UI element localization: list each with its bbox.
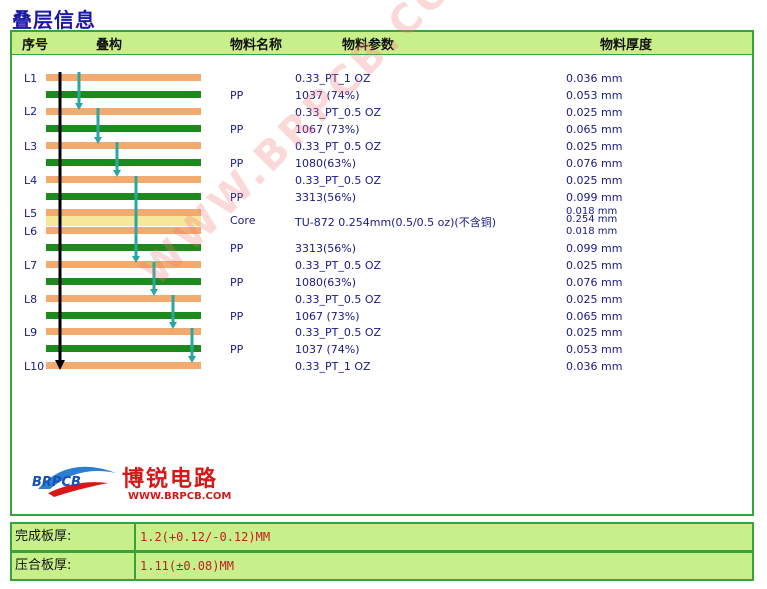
thickness-cell: 0.018 mm xyxy=(566,226,618,237)
logo-cn: 博锐电路 xyxy=(122,466,219,492)
material-param-cell: 0.33_PT_0.5 OZ xyxy=(295,293,382,306)
thickness-cell: 0.254 mm xyxy=(566,214,618,225)
material-param-cell: 3313(56%) xyxy=(295,242,357,255)
material-param-cell: 1067 (73%) xyxy=(295,310,360,323)
thickness-cell: 0.025 mm xyxy=(566,293,623,306)
thickness-cell: 0.076 mm xyxy=(566,276,623,289)
thickness-cell: 0.065 mm xyxy=(566,123,623,136)
material-param-cell: 0.33_PT_1 OZ xyxy=(295,360,371,373)
finished-thickness-row: 完成板厚: 1.2(+0.12/-0.12)MM xyxy=(10,522,754,552)
thickness-cell: 0.025 mm xyxy=(566,106,623,119)
thickness-cell: 0.036 mm xyxy=(566,360,623,373)
header-seq: 序号 xyxy=(22,38,49,53)
pressed-thickness-label: 压合板厚: xyxy=(12,553,136,579)
thickness-cell: 0.053 mm xyxy=(566,89,623,102)
material-param-cell: 0.33_PT_0.5 OZ xyxy=(295,326,382,339)
company-logo: BRPCB 博锐电路 WWW.BRPCB.COM xyxy=(28,457,232,507)
finished-thickness-value: 1.2(+0.12/-0.12)MM xyxy=(140,530,271,544)
material-name-cell: PP xyxy=(230,123,244,136)
thickness-cell: 0.025 mm xyxy=(566,174,623,187)
pressed-thickness-value: 1.11(±0.08)MM xyxy=(140,559,234,573)
header-stack: 叠构 xyxy=(96,38,123,53)
header-material-name: 物料名称 xyxy=(230,38,283,53)
thickness-cell: 0.025 mm xyxy=(566,259,623,272)
arrow-head-icon xyxy=(150,289,158,296)
arrow-head-icon xyxy=(55,360,65,370)
thickness-cell: 0.099 mm xyxy=(566,191,623,204)
thickness-cell: 0.065 mm xyxy=(566,310,623,323)
arrow-head-icon xyxy=(94,137,102,144)
logo-url: WWW.BRPCB.COM xyxy=(128,491,232,502)
thickness-cell: 0.025 mm xyxy=(566,140,623,153)
thickness-cell: 0.053 mm xyxy=(566,343,623,356)
thickness-cell: 0.099 mm xyxy=(566,242,623,255)
thickness-cell: 0.025 mm xyxy=(566,326,623,339)
thickness-cell: 0.036 mm xyxy=(566,72,623,85)
material-param-cell: 0.33_PT_0.5 OZ xyxy=(295,259,382,272)
arrow-head-icon xyxy=(113,170,121,177)
material-param-cell: 1080(63%) xyxy=(295,157,357,170)
finished-thickness-label: 完成板厚: xyxy=(12,524,136,550)
material-name-cell: PP xyxy=(230,242,244,255)
material-param-cell: TU-872 0.254mm(0.5/0.5 oz)(不含铜) xyxy=(295,216,497,229)
stackup-panel: 序号 叠构 物料名称 物料参数 物料厚度 L1 L2 L3 L4 L5 L6 L7 L8 L9 L… xyxy=(10,0,754,516)
material-name-cell: PP xyxy=(230,276,244,289)
material-name-cell: PP xyxy=(230,89,244,102)
header-thickness: 物料厚度 xyxy=(600,38,653,53)
arrow-head-icon xyxy=(188,356,196,363)
material-name-cell: PP xyxy=(230,310,244,323)
logo-en: BRPCB xyxy=(32,475,81,490)
material-param-cell: 1037 (74%) xyxy=(295,343,360,356)
material-param-cell: 1080(63%) xyxy=(295,276,357,289)
arrow-head-icon xyxy=(169,322,177,329)
pressed-thickness-row: 压合板厚: 1.11(±0.08)MM xyxy=(10,551,754,581)
material-name-cell: PP xyxy=(230,343,244,356)
thickness-cell: 0.076 mm xyxy=(566,157,623,170)
material-param-cell: 0.33_PT_0.5 OZ xyxy=(295,174,382,187)
stackup-diagram: L1 L2 L3 L4 L5 L6 L7 L8 L9 L10 0.33_PT_1 OZ 0.036 m… xyxy=(12,54,752,374)
arrow-head-icon xyxy=(75,103,83,110)
page-title: 叠层信息 xyxy=(12,8,96,32)
material-param-cell: 3313(56%) xyxy=(295,191,357,204)
